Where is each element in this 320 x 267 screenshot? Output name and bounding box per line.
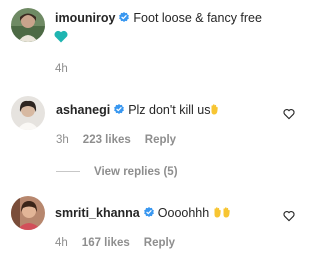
comment-text: Oooohhh — [157, 206, 210, 220]
caption-time: 4h — [55, 63, 68, 75]
caption-username[interactable]: imouniroy — [55, 11, 115, 25]
raised-hand-emoji-icon — [223, 207, 230, 218]
raised-hand-emoji-icon — [211, 104, 219, 115]
comment-meta: 4h 167 likes Reply — [55, 236, 189, 250]
comment-likes[interactable]: 167 likes — [82, 237, 130, 249]
like-heart-icon[interactable] — [283, 108, 295, 120]
verified-badge-icon — [143, 207, 154, 217]
like-heart-icon[interactable] — [283, 210, 295, 222]
comment-time: 3h — [56, 134, 69, 146]
view-replies-label: View replies (5) — [94, 166, 178, 178]
raised-hand-emoji-icon — [214, 207, 221, 218]
caption-text: Foot loose & fancy free — [133, 11, 262, 25]
view-replies-button[interactable]: View replies (5) — [56, 165, 178, 179]
teal-heart-emoji-icon — [54, 30, 68, 43]
comment-likes[interactable]: 223 likes — [83, 134, 131, 146]
reply-button[interactable]: Reply — [145, 134, 176, 146]
verified-badge-icon — [119, 12, 130, 22]
comment-meta: 3h 223 likes Reply — [56, 133, 190, 147]
avatar-imouniroy[interactable] — [11, 8, 45, 42]
comment-username[interactable]: ashanegi — [56, 103, 110, 117]
comment-username[interactable]: smriti_khanna — [55, 206, 140, 220]
avatar-ashanegi[interactable] — [11, 96, 45, 130]
comment-time: 4h — [55, 237, 68, 249]
comment-line: smriti_khanna Oooohhh — [55, 205, 231, 221]
comment-line: ashanegi Plz don't kill us — [56, 102, 219, 118]
verified-badge-icon — [114, 104, 125, 114]
caption-meta: 4h — [55, 62, 82, 76]
comment-text: Plz don't kill us — [128, 103, 211, 117]
avatar-smriti-khanna[interactable] — [11, 196, 45, 230]
caption-line: imouniroy Foot loose & fancy free — [55, 10, 262, 26]
reply-button[interactable]: Reply — [144, 237, 175, 249]
replies-divider — [56, 171, 80, 173]
